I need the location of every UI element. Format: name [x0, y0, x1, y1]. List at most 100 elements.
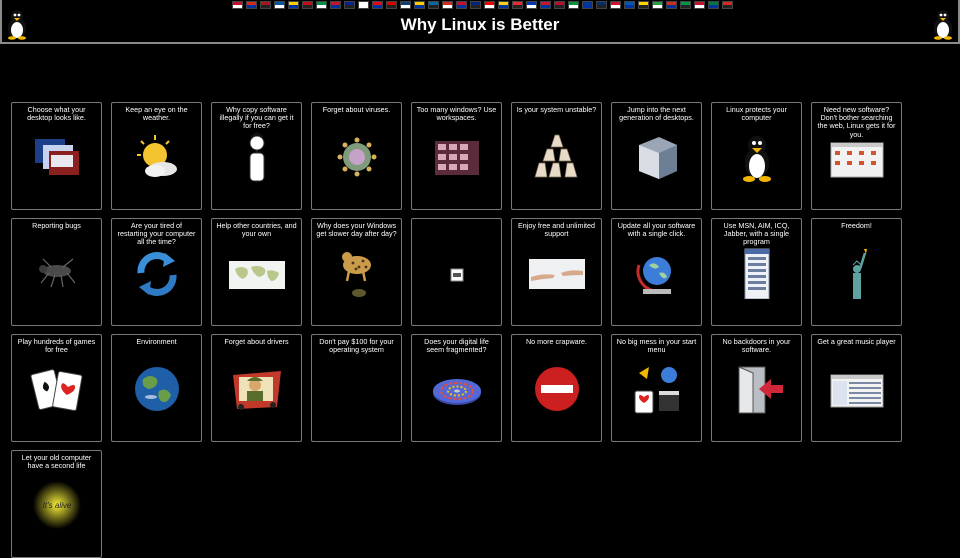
language-flag-icon[interactable]	[470, 1, 481, 9]
feature-tile[interactable]: Help other countries, and your own	[211, 218, 302, 326]
workspaces-icon	[429, 131, 485, 183]
feature-tile[interactable]: Get a great music player	[811, 334, 902, 442]
tile-caption: Use MSN, AIM, ICQ, Jabber, with a single…	[723, 221, 790, 247]
feature-tile[interactable]: Play hundreds of games for free	[11, 334, 102, 442]
language-flag-icon[interactable]	[526, 1, 537, 9]
feature-tile[interactable]: Choose what your desktop looks like.	[11, 102, 102, 210]
disk-fragment-icon	[429, 363, 485, 415]
language-flag-icon[interactable]	[666, 1, 677, 9]
refresh-icon	[129, 247, 185, 299]
feature-tile[interactable]: Does your digital life seem fragmented?	[411, 334, 502, 442]
feature-tile[interactable]: Environment	[111, 334, 202, 442]
feature-tile[interactable]: Enjoy free and unlimited support	[511, 218, 602, 326]
feature-tile[interactable]: No backdoors in your software.	[711, 334, 802, 442]
language-flags	[232, 1, 733, 9]
feature-tile[interactable]: Linux protects your computer	[711, 102, 802, 210]
virus-icon	[329, 131, 385, 183]
feature-grid: Choose what your desktop looks like. Keep…	[11, 102, 902, 558]
feature-tile[interactable]: Is your system unstable?	[511, 102, 602, 210]
language-flag-icon[interactable]	[624, 1, 635, 9]
language-flag-icon[interactable]	[232, 1, 243, 9]
tile-caption: No backdoors in your software.	[722, 337, 791, 355]
feature-tile[interactable]: Need new software? Don't bother searchin…	[811, 102, 902, 210]
tile-caption: Play hundreds of games for free	[17, 337, 96, 355]
tile-caption: No more crapware.	[525, 337, 588, 346]
tile-caption: Let your old computer have a second life	[21, 453, 92, 471]
language-flag-icon[interactable]	[400, 1, 411, 9]
language-flag-icon[interactable]	[540, 1, 551, 9]
page-header: Why Linux is Better	[0, 0, 960, 44]
broken-image-icon	[429, 247, 485, 299]
blank-icon	[329, 363, 385, 415]
tile-caption: Help other countries, and your own	[216, 221, 297, 239]
feature-tile[interactable]: Keep an eye on the weather.	[111, 102, 202, 210]
feature-tile[interactable]: Forget about drivers	[211, 334, 302, 442]
language-flag-icon[interactable]	[456, 1, 467, 9]
tile-caption	[412, 219, 501, 222]
language-flag-icon[interactable]	[554, 1, 565, 9]
language-flag-icon[interactable]	[484, 1, 495, 9]
its-alive-label: It's alive	[42, 501, 71, 510]
tile-caption: Reporting bugs	[32, 221, 81, 230]
language-flag-icon[interactable]	[708, 1, 719, 9]
language-flag-icon[interactable]	[330, 1, 341, 9]
language-flag-icon[interactable]	[260, 1, 271, 9]
world-map-icon	[228, 247, 285, 299]
tile-caption: Forget about drivers	[224, 337, 289, 346]
language-flag-icon[interactable]	[288, 1, 299, 9]
language-flag-icon[interactable]	[638, 1, 649, 9]
tile-caption: Get a great music player	[817, 337, 896, 346]
language-flag-icon[interactable]	[344, 1, 355, 9]
language-flag-icon[interactable]	[414, 1, 425, 9]
language-flag-icon[interactable]	[596, 1, 607, 9]
language-flag-icon[interactable]	[246, 1, 257, 9]
tile-caption: Is your system unstable?	[516, 105, 597, 114]
feature-tile[interactable]: Don't pay $100 for your operating system	[311, 334, 402, 442]
feature-tile[interactable]: Freedom!	[811, 218, 902, 326]
language-flag-icon[interactable]	[316, 1, 327, 9]
house-of-cards-icon	[529, 131, 585, 183]
tile-caption: Why does your Windows get slower day aft…	[316, 221, 397, 239]
feature-tile[interactable]: Why copy software illegally if you can g…	[211, 102, 302, 210]
language-flag-icon[interactable]	[610, 1, 621, 9]
messenger-icon	[729, 247, 785, 299]
cards-icon	[29, 363, 85, 415]
tile-caption: Forget about viruses.	[322, 105, 391, 114]
feature-tile[interactable]: Why does your Windows get slower day aft…	[311, 218, 402, 326]
tile-caption: Don't pay $100 for your operating system	[319, 337, 394, 355]
language-flag-icon[interactable]	[722, 1, 733, 9]
hands-icon	[528, 247, 585, 299]
language-flag-icon[interactable]	[428, 1, 439, 9]
language-flag-icon[interactable]	[694, 1, 705, 9]
feature-tile[interactable]: No more crapware.	[511, 334, 602, 442]
page-title: Why Linux is Better	[400, 15, 560, 34]
language-flag-icon[interactable]	[582, 1, 593, 9]
language-flag-icon[interactable]	[386, 1, 397, 9]
feature-tile[interactable]: Jump into the next generation of desktop…	[611, 102, 702, 210]
feature-tile[interactable]: No big mess in your start menu	[611, 334, 702, 442]
feature-tile[interactable]: Reporting bugs	[11, 218, 102, 326]
tile-caption: Environment	[136, 337, 177, 346]
language-flag-icon[interactable]	[680, 1, 691, 9]
tile-caption: No big mess in your start menu	[616, 337, 697, 355]
feature-tile[interactable]: Let your old computer have a second life…	[11, 450, 102, 558]
tux-penguin-icon	[934, 10, 952, 40]
language-flag-icon[interactable]	[568, 1, 579, 9]
language-flag-icon[interactable]	[498, 1, 509, 9]
cartoon-man-icon	[229, 131, 285, 183]
feature-tile[interactable]: Use MSN, AIM, ICQ, Jabber, with a single…	[711, 218, 802, 326]
tile-caption: Keep an eye on the weather.	[125, 105, 188, 123]
language-flag-icon[interactable]	[274, 1, 285, 9]
feature-tile[interactable]: Forget about viruses.	[311, 102, 402, 210]
feature-tile[interactable]: Too many windows? Use workspaces.	[411, 102, 502, 210]
statue-of-liberty-icon	[829, 247, 885, 299]
feature-tile[interactable]: Are your tired of restarting your comput…	[111, 218, 202, 326]
language-flag-icon[interactable]	[652, 1, 663, 9]
language-flag-icon[interactable]	[358, 1, 369, 9]
language-flag-icon[interactable]	[302, 1, 313, 9]
language-flag-icon[interactable]	[372, 1, 383, 9]
language-flag-icon[interactable]	[442, 1, 453, 9]
feature-tile[interactable]	[411, 218, 502, 326]
feature-tile[interactable]: Update all your software with a single c…	[611, 218, 702, 326]
language-flag-icon[interactable]	[512, 1, 523, 9]
